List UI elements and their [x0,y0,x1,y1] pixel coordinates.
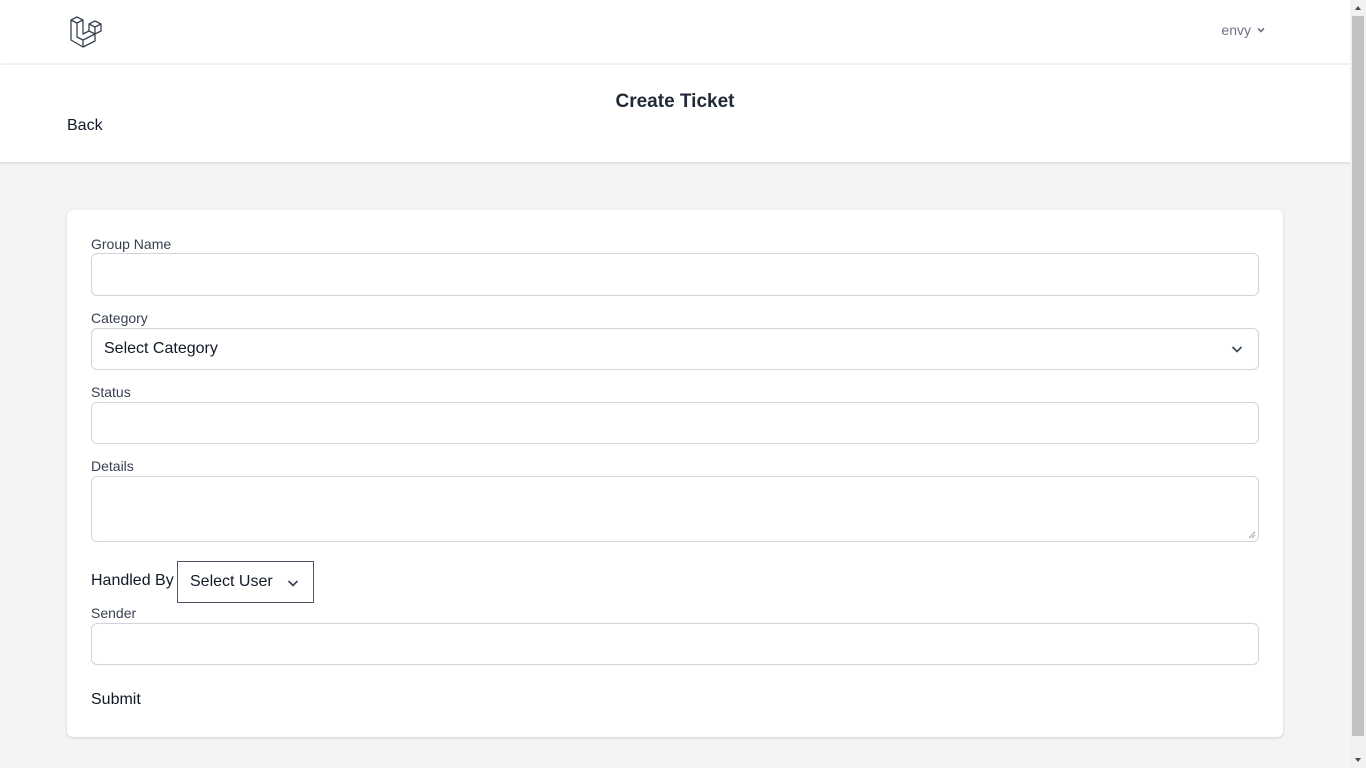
vertical-scrollbar[interactable] [1350,0,1366,768]
handled-by-selected-value: Select User [190,573,273,590]
category-select[interactable]: Select Category [91,328,1259,370]
chevron-down-icon [1257,27,1265,33]
handled-by-label: Handled By [91,572,174,589]
chevron-down-icon [287,580,299,587]
back-link[interactable]: Back [67,117,103,135]
user-menu-dropdown[interactable]: envy [1221,22,1266,38]
details-label: Details [91,458,134,474]
scroll-up-arrow-icon[interactable] [1354,4,1362,12]
category-selected-value: Select Category [104,340,218,357]
top-navigation: envy [0,0,1350,64]
group-name-label: Group Name [91,236,172,252]
status-input[interactable] [91,402,1259,444]
laravel-logo-icon[interactable] [69,15,103,49]
category-label: Category [91,310,148,326]
page-header: Create Ticket Back [0,65,1350,162]
ticket-form-card: Group Name Category Select Category Stat… [67,210,1283,737]
page-title: Create Ticket [615,91,735,112]
sender-input[interactable] [91,623,1259,665]
scroll-down-arrow-icon[interactable] [1354,756,1362,764]
chevron-down-icon [1231,346,1243,353]
submit-button[interactable]: Submit [91,691,141,709]
status-label: Status [91,384,131,400]
group-name-input[interactable] [91,253,1259,296]
details-textarea[interactable] [91,476,1259,542]
page: envy Create Ticket Back Group Name Categ… [0,0,1350,768]
resize-grip-icon[interactable] [1248,531,1256,539]
handled-by-select[interactable]: Select User [177,561,314,603]
user-name: envy [1221,22,1251,38]
sender-label: Sender [91,605,137,621]
scrollbar-thumb[interactable] [1352,16,1364,736]
